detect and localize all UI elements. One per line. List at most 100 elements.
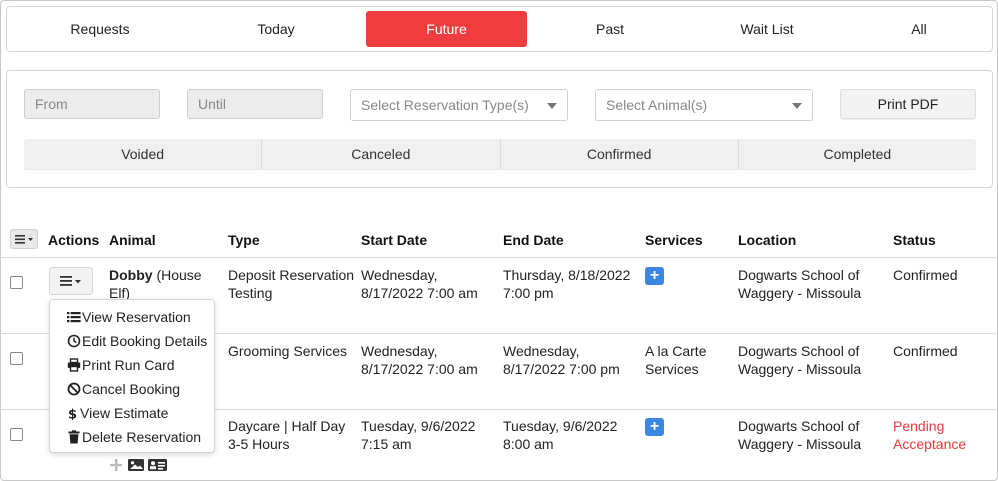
end-date-cell: Tuesday, 9/6/2022 8:00 am (503, 417, 617, 453)
start-line: 8/17/2022 7:00 am (361, 285, 478, 301)
row-checkbox[interactable] (10, 428, 23, 441)
type-line: Daycare | Half Day (228, 418, 346, 434)
animal-cell: Dobby (House Elf) (109, 266, 219, 302)
location-cell: Dogwarts School of Waggery - Missoula (738, 266, 861, 302)
type-cell: Deposit Reservation Testing (228, 266, 354, 302)
status-line: Acceptance (893, 436, 967, 452)
row-divider (0, 257, 998, 258)
header-start-date[interactable]: Start Date (361, 232, 427, 248)
menu-print-run-card[interactable]: Print Run Card (50, 353, 214, 377)
type-line: 3-5 Hours (228, 436, 290, 452)
menu-item-label: View Reservation (82, 309, 191, 325)
menu-edit-booking-details[interactable]: Edit Booking Details (50, 329, 214, 353)
print-pdf-button[interactable]: Print PDF (840, 89, 976, 119)
until-date-input[interactable] (187, 89, 323, 119)
menu-item-label: Delete Reservation (82, 429, 202, 445)
location-cell: Dogwarts School of Waggery - Missoula (738, 342, 861, 378)
services-line: Services (645, 361, 699, 377)
from-date-input[interactable] (24, 89, 160, 119)
row-actions-menu: View Reservation Edit Booking Details Pr… (49, 299, 215, 453)
header-services[interactable]: Services (645, 232, 703, 248)
end-line: Wednesday, (503, 343, 580, 359)
animal-breed: (House (152, 267, 202, 283)
header-actions[interactable]: Actions (48, 232, 99, 248)
start-line: 8/17/2022 7:00 am (361, 361, 478, 377)
start-date-cell: Tuesday, 9/6/2022 7:15 am (361, 417, 475, 453)
menu-item-label: Edit Booking Details (82, 333, 208, 349)
tab-wait-list[interactable]: Wait List (687, 11, 847, 47)
list-icon (67, 312, 81, 323)
location-cell: Dogwarts School of Waggery - Missoula (738, 417, 861, 453)
menu-item-label: View Estimate (80, 405, 169, 421)
add-service-button[interactable]: + (645, 418, 664, 436)
filter-panel: Select Reservation Type(s) Select Animal… (6, 70, 993, 188)
type-line: Testing (228, 285, 273, 301)
status-cell: Confirmed (893, 267, 958, 283)
location-line: Dogwarts School of (738, 343, 860, 359)
plus-icon (110, 459, 122, 471)
row-actions-button[interactable] (49, 267, 93, 295)
status-confirmed-button[interactable]: Confirmed (501, 139, 739, 169)
location-line: Waggery - Missoula (738, 285, 862, 301)
status-canceled-button[interactable]: Canceled (262, 139, 501, 169)
row-checkbox[interactable] (10, 352, 23, 365)
end-line: 8/17/2022 7:00 pm (503, 361, 620, 377)
type-cell: Grooming Services (228, 343, 348, 359)
dollar-icon: $ (68, 408, 77, 421)
menu-delete-reservation[interactable]: Delete Reservation (50, 425, 214, 449)
tab-all[interactable]: All (839, 11, 998, 47)
row-checkbox[interactable] (10, 276, 23, 289)
svg-text:$: $ (68, 408, 77, 421)
chevron-down-icon (547, 103, 557, 109)
menu-view-estimate[interactable]: $ View Estimate (50, 401, 214, 425)
menu-item-label: Cancel Booking (82, 381, 181, 397)
status-completed-button[interactable]: Completed (739, 139, 976, 169)
header-animal[interactable]: Animal (109, 232, 156, 248)
header-end-date[interactable]: End Date (503, 232, 564, 248)
id-card-icon (148, 459, 167, 471)
status-filter-group: Voided Canceled Confirmed Completed (24, 139, 976, 169)
menu-icon (15, 235, 33, 244)
type-line: Deposit Reservation (228, 267, 355, 283)
menu-cancel-booking[interactable]: Cancel Booking (50, 377, 214, 401)
end-line: 8:00 am (503, 436, 554, 452)
menu-icon (60, 276, 81, 286)
printer-icon (67, 358, 81, 372)
status-voided-button[interactable]: Voided (24, 139, 263, 169)
animal-select[interactable]: Select Animal(s) (595, 89, 813, 121)
add-service-button[interactable]: + (645, 267, 664, 285)
reservation-type-select[interactable]: Select Reservation Type(s) (350, 89, 568, 121)
start-line: 7:15 am (361, 436, 412, 452)
status-line: Pending (893, 418, 945, 434)
chevron-down-icon (792, 103, 802, 109)
start-line: Tuesday, 9/6/2022 (361, 418, 476, 434)
header-location[interactable]: Location (738, 232, 796, 248)
end-line: Thursday, 8/18/2022 (503, 267, 631, 283)
column-toggle-button[interactable] (10, 229, 38, 249)
tab-requests[interactable]: Requests (20, 11, 180, 47)
start-line: Wednesday, (361, 267, 438, 283)
start-date-cell: Wednesday, 8/17/2022 7:00 am (361, 342, 478, 378)
tab-future[interactable]: Future (366, 11, 527, 47)
location-line: Dogwarts School of (738, 267, 860, 283)
location-line: Waggery - Missoula (738, 361, 862, 377)
menu-item-label: Print Run Card (82, 357, 175, 373)
start-date-cell: Wednesday, 8/17/2022 7:00 am (361, 266, 478, 302)
animal-icons-group (110, 459, 167, 471)
menu-view-reservation[interactable]: View Reservation (50, 305, 214, 329)
status-cell: Pending Acceptance (893, 417, 966, 453)
services-cell: A la Carte Services (645, 342, 706, 378)
status-cell: Confirmed (893, 343, 958, 359)
trash-icon (68, 430, 80, 444)
header-type[interactable]: Type (228, 232, 260, 248)
location-line: Dogwarts School of (738, 418, 860, 434)
start-line: Wednesday, (361, 343, 438, 359)
tab-today[interactable]: Today (196, 11, 356, 47)
reservation-type-placeholder: Select Reservation Type(s) (361, 97, 529, 113)
end-line: Tuesday, 9/6/2022 (503, 418, 618, 434)
tab-past[interactable]: Past (530, 11, 690, 47)
animal-name[interactable]: Dobby (109, 267, 153, 283)
end-line: 7:00 pm (503, 285, 554, 301)
ban-icon (67, 382, 81, 396)
header-status[interactable]: Status (893, 232, 936, 248)
